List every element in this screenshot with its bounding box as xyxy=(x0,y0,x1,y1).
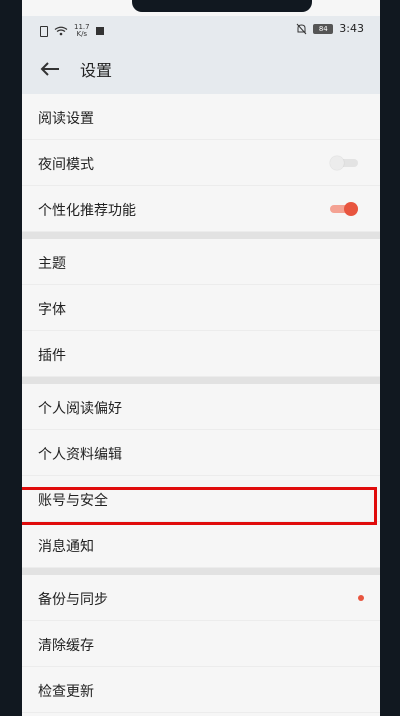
settings-item-label: 账号与安全 xyxy=(38,493,108,509)
settings-item-check-update[interactable]: 检查更新 xyxy=(22,667,380,713)
settings-item-reading-preferences[interactable]: 个人阅读偏好 xyxy=(22,384,380,430)
settings-item-label: 阅读设置 xyxy=(38,111,94,127)
status-bar: 11.7 K/s 84 3:43 xyxy=(22,16,380,44)
network-speed-unit: K/s xyxy=(76,30,88,38)
toggle-knob xyxy=(330,156,344,170)
settings-list: 阅读设置 夜间模式 个性化推荐功能 主题 字体 插件 个人阅读偏好 个人资料编辑… xyxy=(22,94,380,713)
back-arrow-icon[interactable] xyxy=(38,57,62,81)
personalized-recommendation-toggle[interactable] xyxy=(330,202,358,216)
group-divider xyxy=(22,232,380,239)
settings-item-personalized-recommendation[interactable]: 个性化推荐功能 xyxy=(22,186,380,232)
settings-item-label: 字体 xyxy=(38,302,66,318)
settings-item-label: 备份与同步 xyxy=(38,592,108,608)
settings-item-label: 插件 xyxy=(38,348,66,364)
settings-item-backup-sync[interactable]: 备份与同步 xyxy=(22,575,380,621)
settings-item-plugins[interactable]: 插件 xyxy=(22,331,380,377)
settings-item-label: 检查更新 xyxy=(38,684,94,700)
settings-item-night-mode[interactable]: 夜间模式 xyxy=(22,140,380,186)
settings-item-label: 主题 xyxy=(38,256,66,272)
settings-item-label: 个性化推荐功能 xyxy=(38,203,136,219)
settings-item-notifications[interactable]: 消息通知 xyxy=(22,522,380,568)
screen: 11.7 K/s 84 3:43 设置 阅读设置 夜间模式 个性化推荐功能 主题… xyxy=(22,0,380,716)
clock-time: 3:43 xyxy=(339,22,364,35)
settings-item-label: 个人阅读偏好 xyxy=(38,401,122,417)
settings-item-profile-edit[interactable]: 个人资料编辑 xyxy=(22,430,380,476)
settings-item-font[interactable]: 字体 xyxy=(22,285,380,331)
notification-square-icon xyxy=(95,27,104,35)
settings-item-theme[interactable]: 主题 xyxy=(22,239,380,285)
wifi-icon xyxy=(54,26,68,36)
camera-notch xyxy=(132,0,312,12)
status-right: 84 3:43 xyxy=(296,22,364,35)
new-badge-dot xyxy=(358,595,364,601)
sim-card-icon xyxy=(40,25,48,37)
page-title: 设置 xyxy=(80,61,113,80)
settings-item-label: 个人资料编辑 xyxy=(38,447,122,463)
settings-item-label: 消息通知 xyxy=(38,539,94,555)
device-frame: 11.7 K/s 84 3:43 设置 阅读设置 夜间模式 个性化推荐功能 主题… xyxy=(0,0,400,716)
group-divider xyxy=(22,377,380,384)
network-speed: 11.7 K/s xyxy=(74,24,90,38)
toggle-knob xyxy=(344,202,358,216)
settings-item-label: 清除缓存 xyxy=(38,638,94,654)
settings-item-reading[interactable]: 阅读设置 xyxy=(22,94,380,140)
status-left: 11.7 K/s xyxy=(40,24,104,38)
group-divider xyxy=(22,568,380,575)
settings-item-label: 夜间模式 xyxy=(38,157,94,173)
settings-item-account-security[interactable]: 账号与安全 xyxy=(22,476,380,522)
bell-off-icon xyxy=(296,23,307,35)
settings-item-clear-cache[interactable]: 清除缓存 xyxy=(22,621,380,667)
night-mode-toggle[interactable] xyxy=(330,156,358,170)
app-header: 设置 xyxy=(22,44,380,94)
battery-indicator: 84 xyxy=(313,23,334,34)
